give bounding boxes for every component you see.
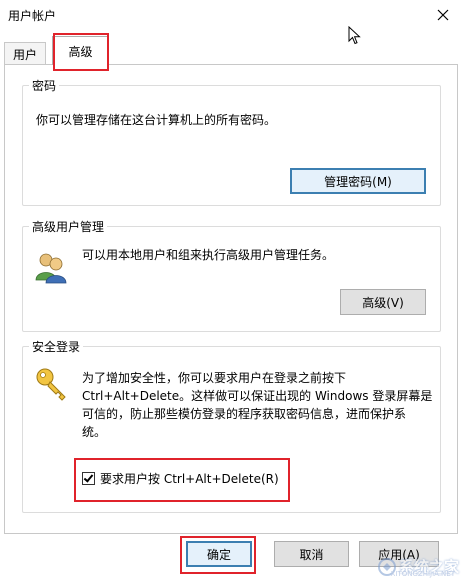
secure-logon-description-line-4: 统。 [82,425,107,439]
secure-logon-description-line-3: 可信的，防止那些模仿登录的程序获取密码信息，进而保护系 [82,407,407,421]
mouse-cursor-icon [348,26,361,45]
title-bar: 用户帐户 [0,0,461,30]
watermark-subtext: XITONGZHIJIA.NET [390,570,455,578]
tab-advanced[interactable]: 高级 [52,36,109,65]
close-icon [437,9,449,21]
require-ctrl-alt-delete-label: 要求用户按 Ctrl+Alt+Delete(R) [100,472,279,486]
ok-button[interactable]: 确定 [186,541,252,567]
users-icon [35,253,67,284]
manage-passwords-button[interactable]: 管理密码(M) [290,168,426,194]
key-icon [36,368,66,401]
close-button[interactable] [431,3,455,27]
require-ctrl-alt-delete-checkbox[interactable] [82,472,95,485]
tab-users[interactable]: 用户 [4,42,46,65]
secure-logon-legend: 安全登录 [32,340,81,354]
secure-logon-description-line-2: Ctrl+Alt+Delete。这样做可以保证出现的 Windows 登录屏幕是 [82,389,433,403]
require-ctrl-alt-delete-option[interactable]: 要求用户按 Ctrl+Alt+Delete(R) [82,470,279,487]
advanced-button[interactable]: 高级(V) [340,289,426,315]
watermark: 系统之家 XITONGZHIJIA.NET [377,556,459,578]
secure-logon-description-line-1: 为了增加安全性，你可以要求用户在登录之前按下 [82,371,347,385]
advanced-user-management-legend: 高级用户管理 [32,220,105,234]
window-title: 用户帐户 [8,9,57,23]
passwords-legend: 密码 [32,79,57,93]
cancel-button[interactable]: 取消 [274,541,349,567]
advanced-user-management-description: 可以用本地用户和组来执行高级用户管理任务。 [82,248,335,262]
passwords-description: 你可以管理存储在这台计算机上的所有密码。 [36,113,277,127]
